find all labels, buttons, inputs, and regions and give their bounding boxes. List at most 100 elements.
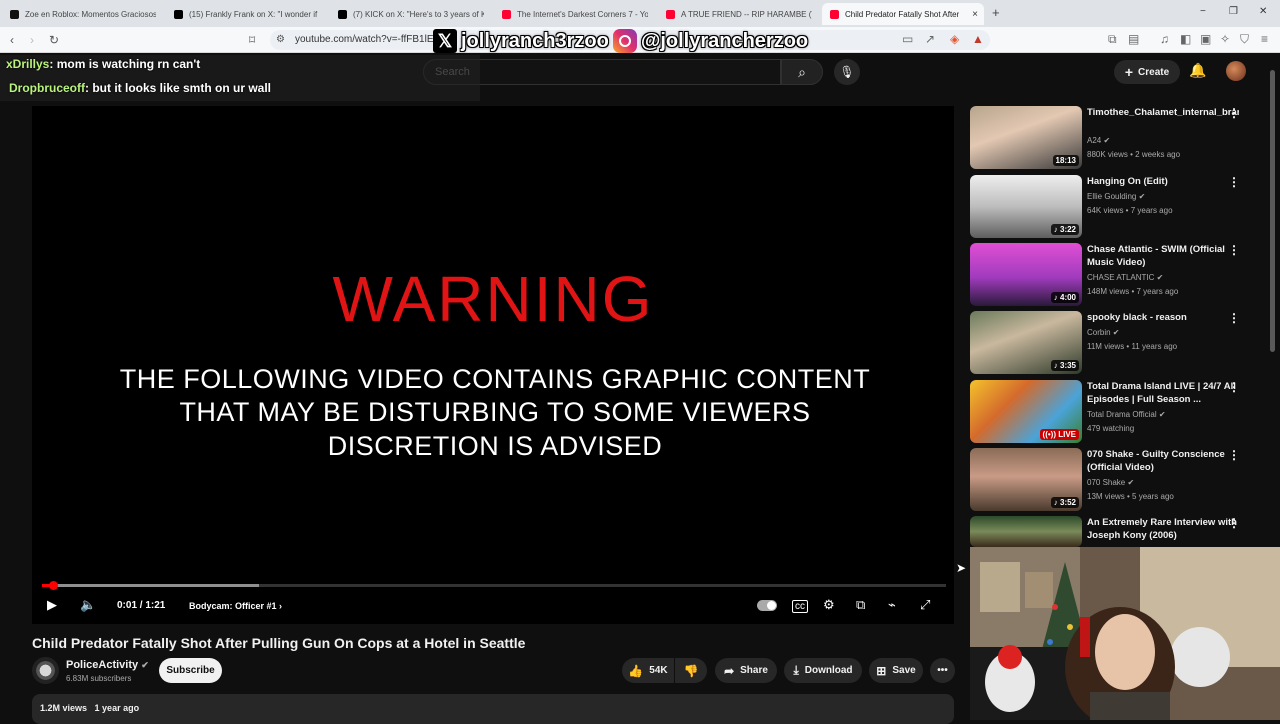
video-thumbnail[interactable]: ♪ 3:52 xyxy=(970,448,1082,511)
dislike-button[interactable]: 👎 xyxy=(675,658,707,683)
channel-name[interactable]: PoliceActivity ✔ xyxy=(66,659,149,671)
chat-message: xDrillys: mom is watching rn can't xyxy=(6,57,200,71)
video-thumbnail[interactable]: ♪ 3:22 xyxy=(970,175,1082,238)
recommendation-title[interactable]: Chase Atlantic - SWIM (Official Music Vi… xyxy=(1087,243,1239,269)
channel-avatar[interactable] xyxy=(32,657,59,684)
volume-icon[interactable]: 🔈 xyxy=(80,597,96,613)
create-button[interactable]: + Create xyxy=(1114,60,1180,84)
site-info-icon[interactable]: ⚙ xyxy=(276,34,285,45)
recommendation-item[interactable]: 18:13 Timothee_Chalamet_internal_brand_ma… xyxy=(970,106,1260,170)
recommendation-title[interactable]: Hanging On (Edit) xyxy=(1087,175,1239,188)
video-thumbnail[interactable]: ♪ 4:00 xyxy=(970,243,1082,306)
more-vertical-icon[interactable]: ⋮ xyxy=(1228,175,1240,189)
subscribe-button[interactable]: Subscribe xyxy=(159,658,222,683)
back-icon[interactable]: ‹ xyxy=(10,33,14,47)
browser-tab[interactable]: Zoe en Roblox: Momentos Graciosos xyxy=(2,3,164,25)
recommendation-meta: 11M views • 11 years ago xyxy=(1087,342,1178,351)
recommendation-title[interactable]: 070 Shake - Guilty Conscience (Official … xyxy=(1087,448,1239,474)
recommendation-channel[interactable]: A24 ✔ xyxy=(1087,136,1110,145)
search-button[interactable]: ⌕ xyxy=(781,59,823,85)
upload-age: 1 year ago xyxy=(94,703,140,713)
recommendation-title[interactable]: spooky black - reason xyxy=(1087,311,1239,324)
chapter-button[interactable]: Bodycam: Officer #1 › xyxy=(189,601,282,611)
download-label: Download xyxy=(804,665,853,676)
more-vertical-icon[interactable]: ⋮ xyxy=(1228,311,1240,325)
forward-icon[interactable]: › xyxy=(30,33,34,47)
rewards-icon[interactable]: ▲ xyxy=(972,32,984,46)
more-vertical-icon[interactable]: ⋮ xyxy=(1228,448,1240,462)
reload-icon[interactable]: ↻ xyxy=(49,33,59,47)
share-button[interactable]: ➦ Share xyxy=(715,658,777,683)
install-icon[interactable]: ▭ xyxy=(902,32,913,46)
fullscreen-icon[interactable]: ⤢ xyxy=(920,597,930,613)
recommendation-channel[interactable]: 070 Shake ✔ xyxy=(1087,478,1134,487)
settings-gear-icon[interactable]: ⚙ xyxy=(823,597,835,613)
recommendation-item[interactable]: ♪ 4:00 Chase Atlantic - SWIM (Official Mu… xyxy=(970,243,1260,307)
more-vertical-icon[interactable]: ⋮ xyxy=(1228,380,1240,394)
mic-icon: 🎙 xyxy=(839,65,855,79)
close-window-button[interactable]: ✕ xyxy=(1259,6,1267,17)
notifications-bell-icon[interactable]: 🔔 xyxy=(1189,62,1206,79)
browser-tab[interactable]: A TRUE FRIEND -- RIP HARAMBE (TR xyxy=(658,3,820,25)
more-vertical-icon[interactable]: ⋮ xyxy=(1228,106,1240,120)
mouse-cursor-icon: ➤ xyxy=(956,561,967,575)
miniplayer-icon[interactable]: ⧉ xyxy=(856,597,865,613)
recommendation-channel[interactable]: Total Drama Official ✔ xyxy=(1087,410,1166,419)
more-vertical-icon[interactable]: ⋮ xyxy=(1228,243,1240,257)
avatar[interactable] xyxy=(1226,61,1246,81)
shield-icon[interactable]: ◈ xyxy=(950,32,959,46)
subscriber-count: 6.83M subscribers xyxy=(66,674,132,683)
more-vertical-icon[interactable]: ⋮ xyxy=(1228,516,1240,530)
extensions-icon[interactable]: ⧉ xyxy=(1108,32,1117,47)
wallet-icon[interactable]: ▣ xyxy=(1200,32,1211,46)
video-thumbnail[interactable]: ((•)) LIVE xyxy=(970,380,1082,443)
play-icon[interactable]: ▶ xyxy=(47,597,57,613)
progress-scrubber[interactable] xyxy=(49,581,58,590)
browser-tab[interactable]: (7) KICK on X: "Here's to 3 years of K xyxy=(330,3,492,25)
recommendation-title[interactable]: An Extremely Rare Interview with Joseph … xyxy=(1087,516,1239,542)
media-icon[interactable]: ♫ xyxy=(1160,32,1169,46)
browser-tab[interactable]: (15) Frankly Frank on X: "I wonder if i xyxy=(166,3,328,25)
video-title: Child Predator Fatally Shot After Pullin… xyxy=(32,635,526,651)
more-actions-button[interactable]: ••• xyxy=(930,658,955,683)
save-button[interactable]: ⊞ Save xyxy=(869,658,923,683)
recommendation-item[interactable]: ♪ 3:35 spooky black - reason Corbin ✔ 11M v… xyxy=(970,311,1260,375)
share-page-icon[interactable]: ↗ xyxy=(925,32,935,46)
leo-icon[interactable]: ✧ xyxy=(1220,32,1230,46)
recommendation-channel[interactable]: CHASE ATLANTIC ✔ xyxy=(1087,273,1163,282)
new-tab-button[interactable]: + xyxy=(992,5,1000,20)
recommendation-channel[interactable]: Corbin ✔ xyxy=(1087,328,1120,337)
captions-icon[interactable]: cc xyxy=(792,600,808,613)
autoplay-toggle[interactable] xyxy=(757,600,777,611)
video-thumbnail[interactable]: ♪ 3:35 xyxy=(970,311,1082,374)
recommendation-title[interactable]: Total Drama Island LIVE | 24/7 All Episo… xyxy=(1087,380,1239,406)
bookmark-icon[interactable]: ⌑ xyxy=(249,33,255,47)
like-button[interactable]: 👍 54K xyxy=(622,658,674,683)
download-button[interactable]: ⤓ Download xyxy=(784,658,862,683)
recommendation-item[interactable]: ♪ 3:22 Hanging On (Edit) Ellie Goulding ✔ 6… xyxy=(970,175,1260,239)
browser-tab[interactable]: Child Predator Fatally Shot After × xyxy=(822,3,984,25)
thumbs-up-icon: 👍 xyxy=(628,663,644,678)
vpn-icon[interactable]: ⛉ xyxy=(1240,32,1249,47)
like-count: 54K xyxy=(649,665,668,676)
video-thumbnail[interactable] xyxy=(970,516,1082,547)
recommendation-channel[interactable]: Ellie Goulding ✔ xyxy=(1087,192,1145,201)
verified-icon: ✔ xyxy=(1110,328,1120,337)
reader-icon[interactable]: ▤ xyxy=(1128,32,1139,46)
video-thumbnail[interactable]: 18:13 xyxy=(970,106,1082,169)
share-label: Share xyxy=(740,665,768,676)
maximize-button[interactable]: ❐ xyxy=(1229,6,1238,17)
tab-close-icon[interactable]: × xyxy=(972,9,978,20)
scrollbar[interactable] xyxy=(1270,70,1275,352)
warning-line: THAT MAY BE DISTURBING TO SOME VIEWERS xyxy=(179,397,811,427)
recommendation-title[interactable]: Timothee_Chalamet_internal_brand_marketi… xyxy=(1087,106,1239,119)
recommendation-item[interactable]: ((•)) LIVE Total Drama Island LIVE | 24/7… xyxy=(970,380,1260,444)
cast-icon[interactable]: ⌁ xyxy=(888,597,896,613)
browser-tab[interactable]: The Internet's Darkest Corners 7 - Yo xyxy=(494,3,656,25)
sidebar-icon[interactable]: ◧ xyxy=(1180,32,1191,46)
minimize-button[interactable]: − xyxy=(1200,6,1206,17)
menu-icon[interactable]: ≡ xyxy=(1261,32,1268,46)
voice-search-button[interactable]: 🎙 xyxy=(834,59,860,85)
favicon-icon xyxy=(10,9,19,19)
recommendation-item[interactable]: ♪ 3:52 070 Shake - Guilty Conscience (Off… xyxy=(970,448,1260,512)
